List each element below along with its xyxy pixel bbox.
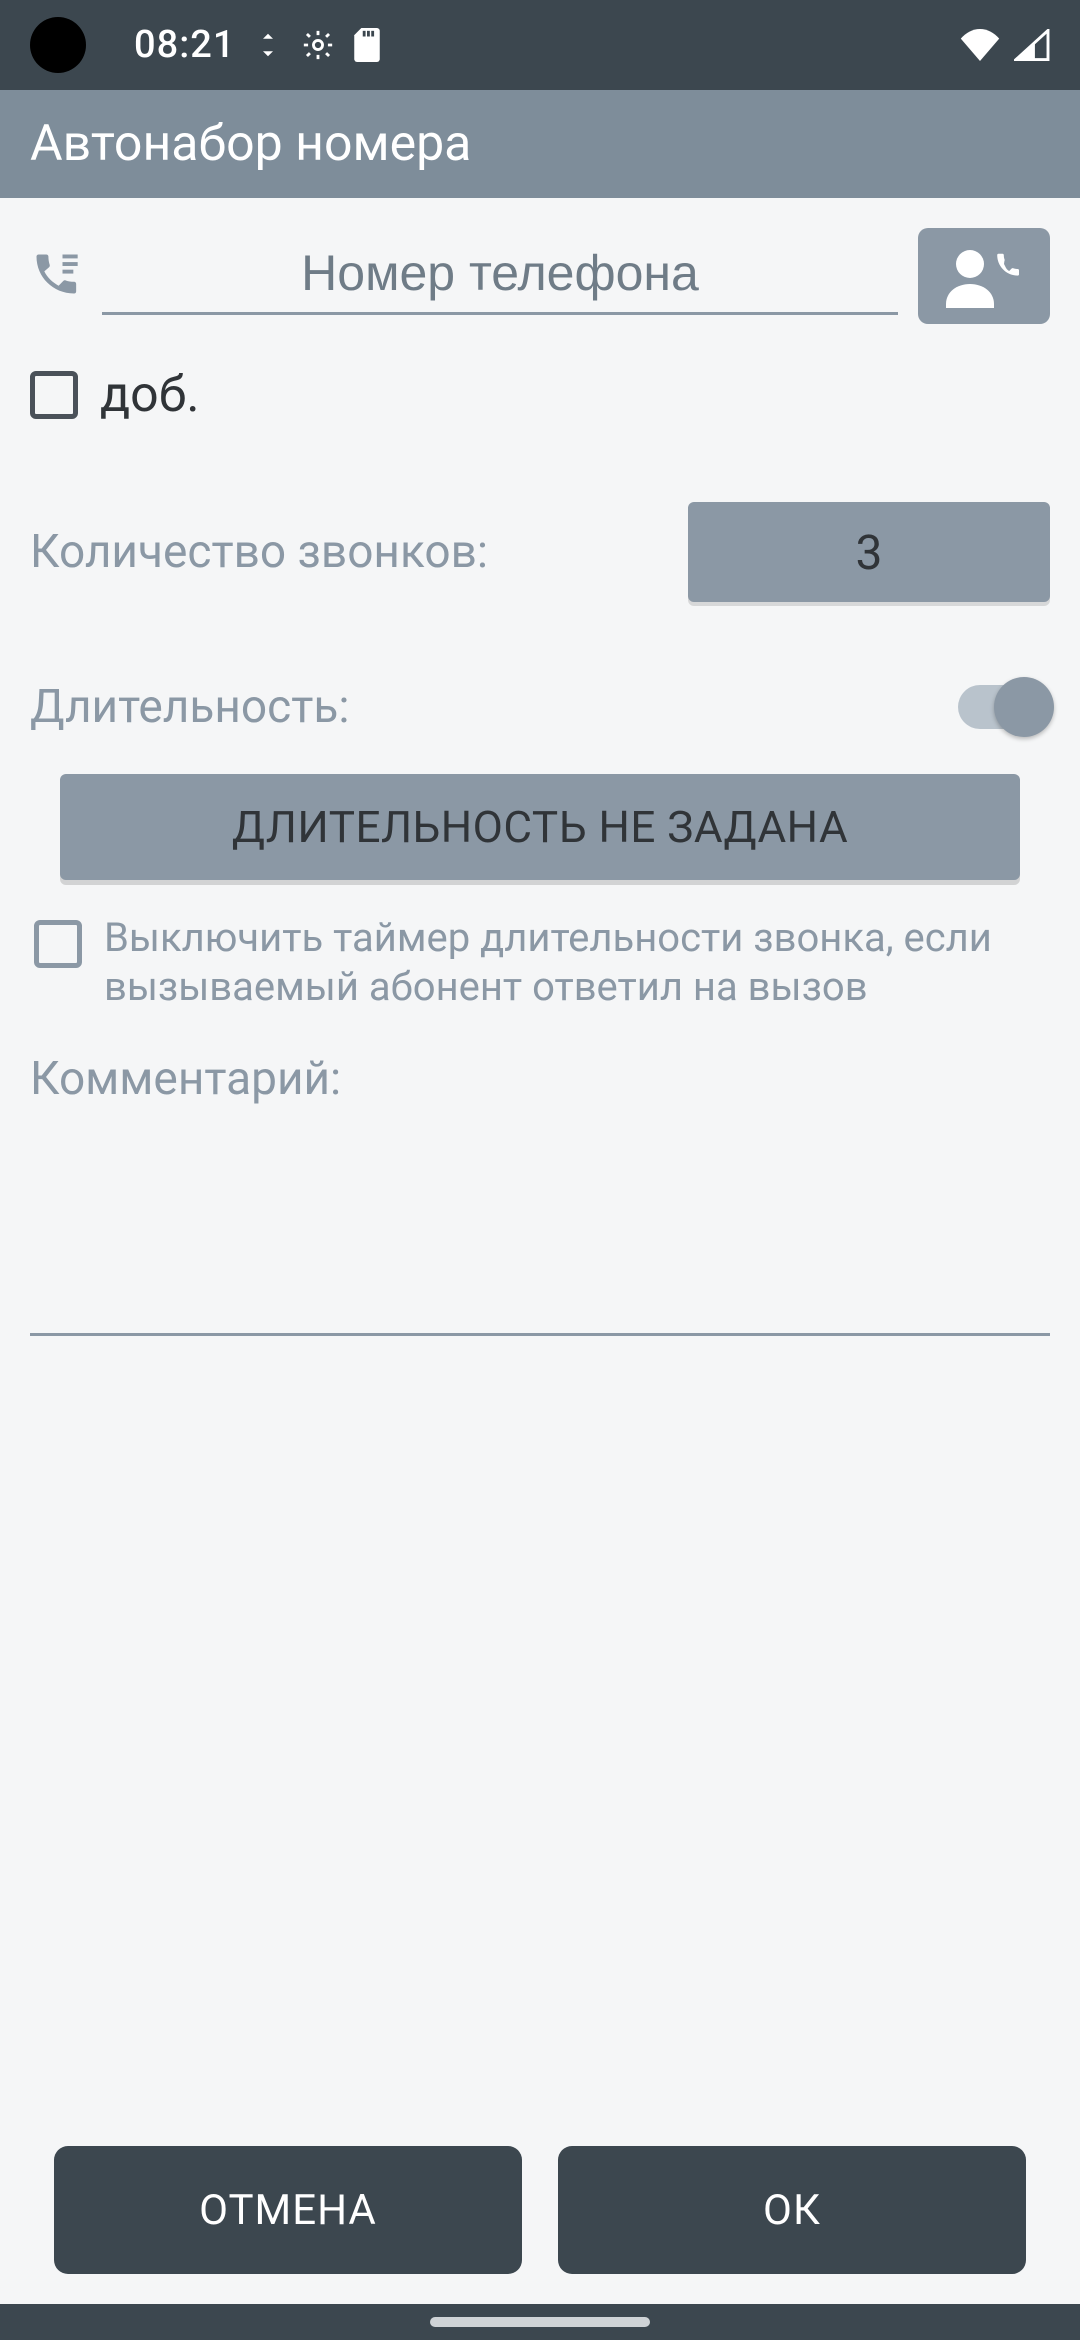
- duration-button-label: ДЛИТЕЛЬНОСТЬ НЕ ЗАДАНА: [232, 801, 848, 853]
- duration-toggle[interactable]: [958, 685, 1050, 729]
- status-right: [960, 29, 1050, 61]
- disable-timer-checkbox[interactable]: [34, 920, 82, 968]
- phone-row: [30, 228, 1050, 324]
- gear-icon: [301, 28, 335, 62]
- disable-timer-label: Выключить таймер длительности звонка, ес…: [104, 914, 1046, 1012]
- status-bar: 08:21: [0, 0, 1080, 90]
- ok-button[interactable]: ОК: [558, 2146, 1026, 2274]
- comment-input[interactable]: [30, 1116, 1050, 1336]
- home-handle[interactable]: [430, 2317, 650, 2327]
- spacer: [30, 1336, 1050, 2146]
- extension-row: доб.: [30, 366, 1050, 424]
- call-count-button[interactable]: 3: [688, 502, 1050, 602]
- cell-signal-icon: [1014, 29, 1050, 61]
- recent-calls-icon[interactable]: [30, 248, 82, 304]
- status-time: 08:21: [134, 23, 235, 67]
- call-count-value: 3: [856, 524, 883, 581]
- phone-input-wrap: [102, 238, 898, 315]
- disable-timer-row: Выключить таймер длительности звонка, ес…: [30, 914, 1050, 1012]
- sd-card-icon: [353, 28, 381, 62]
- app-bar: Автонабор номера: [0, 90, 1080, 198]
- switch-thumb: [994, 677, 1054, 737]
- call-count-row: Количество звонков: 3: [30, 502, 1050, 602]
- pick-contact-button[interactable]: [918, 228, 1050, 324]
- wifi-icon: [960, 29, 1000, 61]
- duration-row: Длительность:: [30, 680, 1050, 734]
- extension-label: доб.: [100, 366, 200, 424]
- duration-button[interactable]: ДЛИТЕЛЬНОСТЬ НЕ ЗАДАНА: [60, 774, 1020, 880]
- ok-button-label: ОК: [763, 2186, 821, 2235]
- extension-checkbox[interactable]: [30, 371, 78, 419]
- page-title: Автонабор номера: [30, 115, 471, 173]
- footer: ОТМЕНА ОК: [30, 2146, 1050, 2304]
- duration-label: Длительность:: [30, 680, 349, 734]
- expand-icon: [253, 30, 283, 60]
- navigation-bar: [0, 2304, 1080, 2340]
- content: доб. Количество звонков: 3 Длительность:…: [0, 198, 1080, 2304]
- cancel-button-label: ОТМЕНА: [199, 2186, 377, 2235]
- phone-input[interactable]: [102, 238, 898, 315]
- call-count-label: Количество звонков:: [30, 525, 488, 579]
- camera-cutout: [30, 17, 86, 73]
- comment-label: Комментарий:: [30, 1052, 1050, 1106]
- cancel-button[interactable]: ОТМЕНА: [54, 2146, 522, 2274]
- status-left: 08:21: [30, 17, 381, 73]
